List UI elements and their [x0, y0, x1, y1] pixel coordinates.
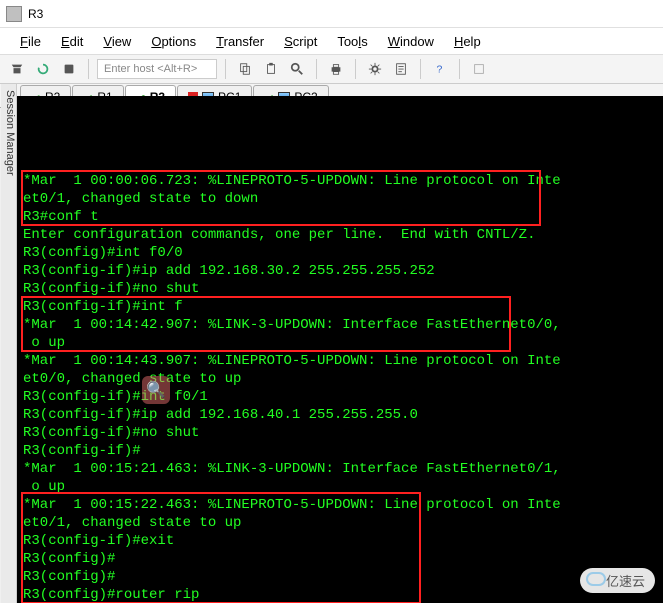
session-manager-tab[interactable]: Session Manager: [1, 84, 17, 603]
terminal-line: *Mar 1 00:15:22.463: %LINEPROTO-5-UPDOWN…: [23, 496, 657, 514]
terminal-line: o up: [23, 478, 657, 496]
menu-help[interactable]: Help: [444, 30, 491, 53]
app-icon: [6, 6, 22, 22]
menu-transfer[interactable]: Transfer: [206, 30, 274, 53]
blank-icon[interactable]: [468, 58, 490, 80]
help-icon[interactable]: ?: [429, 58, 451, 80]
menu-options[interactable]: Options: [141, 30, 206, 53]
copy-icon[interactable]: [234, 58, 256, 80]
terminal-line: o up: [23, 334, 657, 352]
terminal-line: R3(config)#: [23, 550, 657, 568]
terminal-line: R3(config-if)#int f: [23, 298, 657, 316]
terminal-line: R3(config-if)#exit: [23, 532, 657, 550]
terminal-line: R3(config)#router rip: [23, 586, 657, 603]
menu-tools[interactable]: Tools: [327, 30, 377, 53]
svg-text:?: ?: [437, 64, 443, 76]
terminal-line: *Mar 1 00:00:06.723: %LINEPROTO-5-UPDOWN…: [23, 172, 657, 190]
terminal-line: *Mar 1 00:15:21.463: %LINK-3-UPDOWN: Int…: [23, 460, 657, 478]
toolbar-sep: [420, 59, 421, 79]
menu-file[interactable]: File: [10, 30, 51, 53]
toolbar-sep: [88, 59, 89, 79]
terminal-output[interactable]: *Mar 1 00:00:06.723: %LINEPROTO-5-UPDOWN…: [17, 96, 663, 603]
toolbar-sep: [316, 59, 317, 79]
terminal-line: R3(config-if)#no shut: [23, 280, 657, 298]
terminal-line: R3(config-if)#ip add 192.168.30.2 255.25…: [23, 262, 657, 280]
menu-window[interactable]: Window: [378, 30, 444, 53]
print-icon[interactable]: [325, 58, 347, 80]
terminal-line: R3#conf t: [23, 208, 657, 226]
terminal-line: Enter configuration commands, one per li…: [23, 226, 657, 244]
find-icon[interactable]: [286, 58, 308, 80]
terminal-line: R3(config-if)#int f0/1: [23, 388, 657, 406]
toolbar-sep: [225, 59, 226, 79]
terminal-line: et0/0, changed state to up: [23, 370, 657, 388]
toolbar-sep: [459, 59, 460, 79]
terminal-line: R3(config-if)#no shut: [23, 424, 657, 442]
terminal-line: *Mar 1 00:14:43.907: %LINEPROTO-5-UPDOWN…: [23, 352, 657, 370]
toolbar-sep: [355, 59, 356, 79]
terminal-line: R3(config-if)#: [23, 442, 657, 460]
titlebar: R3: [0, 0, 663, 28]
paste-icon[interactable]: [260, 58, 282, 80]
settings-icon[interactable]: [364, 58, 386, 80]
terminal-line: et0/1, changed state to down: [23, 190, 657, 208]
terminal-line: R3(config)#: [23, 568, 657, 586]
quick-connect-icon[interactable]: [6, 58, 28, 80]
properties-icon[interactable]: [390, 58, 412, 80]
terminal-line: et0/1, changed state to up: [23, 514, 657, 532]
terminal-line: R3(config)#int f0/0: [23, 244, 657, 262]
menu-script[interactable]: Script: [274, 30, 327, 53]
menubar: File Edit View Options Transfer Script T…: [0, 28, 663, 54]
terminal-line: R3(config-if)#ip add 192.168.40.1 255.25…: [23, 406, 657, 424]
disconnect-icon[interactable]: [58, 58, 80, 80]
window-title: R3: [28, 7, 43, 21]
host-input[interactable]: Enter host <Alt+R>: [97, 59, 217, 79]
reconnect-icon[interactable]: [32, 58, 54, 80]
toolbar: Enter host <Alt+R> ?: [0, 54, 663, 84]
menu-view[interactable]: View: [93, 30, 141, 53]
menu-edit[interactable]: Edit: [51, 30, 93, 53]
terminal-line: *Mar 1 00:14:42.907: %LINK-3-UPDOWN: Int…: [23, 316, 657, 334]
